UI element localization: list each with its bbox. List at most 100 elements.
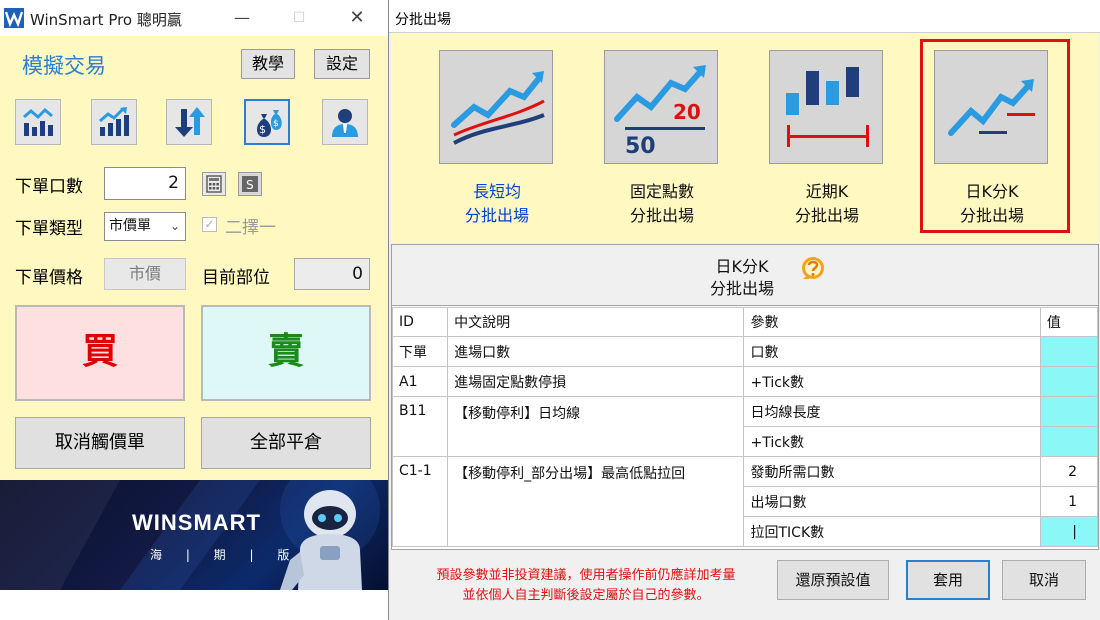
order-type-select[interactable]: 市價單 ⌄ [104, 212, 186, 241]
order-type-label: 下單類型 [15, 219, 83, 239]
tutorial-button[interactable]: 教學 [241, 49, 295, 79]
fixed-points-numerator: 20 [673, 100, 701, 124]
row-description: 【移動停利_部分出場】最高低點拉回 [447, 456, 745, 547]
cancel-trigger-order-button[interactable]: 取消觸價單 [15, 417, 185, 469]
value-cell-editing[interactable]: | [1039, 516, 1099, 547]
fixed-points-icon: 20 50 [604, 50, 718, 164]
header-description: 中文說明 [447, 307, 745, 337]
help-icon[interactable] [799, 255, 827, 283]
table-header-row: ID 中文說明 參數 值 [391, 307, 1099, 337]
trading-window: WinSmart Pro 聰明贏 — ☐ ✕ 模擬交易 教學 設定 $ $ 下單… [0, 0, 388, 620]
row-id: B11 [391, 396, 449, 457]
parameter-header: 日K分K 分批出場 [392, 245, 1098, 306]
row-parameter: 拉回TICK數 [743, 516, 1041, 547]
strategy-title: 日K分K [715, 257, 769, 276]
restore-defaults-button[interactable]: 還原預設值 [777, 560, 889, 600]
selected-mode-highlight [920, 39, 1070, 233]
order-price-label: 下單價格 [15, 268, 83, 288]
mode-fixed-points[interactable]: 20 50 固定點數 分批出場 [603, 49, 721, 229]
disclaimer-line-1: 預設參數並非投資建議，使用者操作前仍應詳加考量 [436, 568, 736, 583]
bar-chart-icon[interactable] [15, 99, 61, 145]
table-row: A1 進場固定點數停損 +Tick數 [391, 366, 1099, 397]
value-cell[interactable]: 1 [1039, 486, 1099, 517]
trend-chart-icon[interactable] [91, 99, 137, 145]
robot-icon [280, 490, 362, 590]
exit-mode-panel: 長短均 分批出場 20 50 固定點數 分批出場 近期K 分批出場 日K分K 分… [391, 33, 1099, 243]
mode-fixed-points-line2: 分批出場 [629, 206, 694, 225]
recent-k-icon [769, 50, 883, 164]
row-description: 【移動停利】日均線 [447, 396, 745, 457]
row-id: A1 [391, 366, 449, 397]
value-cell[interactable] [1039, 396, 1099, 427]
row-id: C1-1 [391, 456, 449, 547]
transfer-arrows-icon[interactable] [166, 99, 212, 145]
either-checkbox[interactable]: ✓ [202, 217, 217, 232]
either-label: 二擇一 [225, 218, 276, 238]
svg-text:$: $ [273, 119, 279, 129]
close-button[interactable]: ✕ [345, 6, 369, 30]
disclaimer-line-2: 並依個人自主判斷後設定屬於自己的參數。 [462, 588, 710, 603]
batch-exit-dialog: 分批出場 長短均 分批出場 20 50 固定點數 分批出場 近期K 分批出場 日… [388, 0, 1100, 620]
order-price-field[interactable]: 市價 [104, 258, 186, 290]
current-position-field: 0 [294, 258, 370, 290]
close-all-positions-button[interactable]: 全部平倉 [201, 417, 371, 469]
maximize-button[interactable]: ☐ [287, 6, 311, 30]
money-bag-icon[interactable]: $ $ [244, 99, 290, 145]
value-cell[interactable] [1039, 336, 1099, 367]
value-cell[interactable] [1039, 426, 1099, 457]
moving-average-icon [439, 50, 553, 164]
row-parameter: 口數 [743, 336, 1041, 367]
window-title: WinSmart Pro 聰明贏 [30, 11, 182, 29]
row-parameter: 發動所需口數 [743, 456, 1041, 487]
mode-moving-average-line1: 長短均 [472, 182, 521, 201]
header-id: ID [391, 307, 449, 337]
chevron-down-icon: ⌄ [169, 219, 180, 233]
dialog-footer: 預設參數並非投資建議，使用者操作前仍應詳加考量 並依個人自主判斷後設定屬於自己的… [391, 550, 1099, 618]
mode-recent-k-line2: 分批出場 [794, 206, 859, 225]
mode-recent-k[interactable]: 近期K 分批出場 [768, 49, 886, 229]
order-quantity-input[interactable]: 2 [104, 167, 186, 200]
strategy-subtitle: 分批出場 [709, 279, 774, 298]
apply-button[interactable]: 套用 [906, 560, 990, 600]
row-parameter: 日均線長度 [743, 396, 1041, 427]
dialog-title-bar: 分批出場 [389, 0, 1100, 33]
calculator-icon[interactable] [202, 172, 226, 196]
dollar-icon[interactable]: S [238, 172, 262, 196]
row-parameter: +Tick數 [743, 366, 1041, 397]
row-parameter: +Tick數 [743, 426, 1041, 457]
value-cell[interactable] [1039, 366, 1099, 397]
app-logo-icon [4, 8, 24, 28]
parameter-panel: 日K分K 分批出場 ID 中文說明 參數 值 下單 進場口數 口數 A1 進場固… [391, 244, 1099, 550]
cancel-button[interactable]: 取消 [1002, 560, 1086, 600]
mode-moving-average[interactable]: 長短均 分批出場 [438, 49, 556, 229]
user-icon[interactable] [322, 99, 368, 145]
dialog-title: 分批出場 [395, 12, 451, 28]
svg-text:$: $ [259, 123, 266, 136]
value-cell[interactable]: 2 [1039, 456, 1099, 487]
brand-banner: WINSMART 海 | 期 | 版 [0, 480, 388, 590]
settings-button[interactable]: 設定 [314, 49, 370, 79]
header-parameter: 參數 [743, 307, 1041, 337]
title-bar: WinSmart Pro 聰明贏 — ☐ ✕ [0, 0, 388, 36]
minimize-button[interactable]: — [230, 6, 254, 30]
svg-text:S: S [246, 178, 254, 192]
parameter-table: ID 中文說明 參數 值 下單 進場口數 口數 A1 進場固定點數停損 +Tic… [391, 307, 1099, 547]
row-id: 下單 [391, 336, 449, 367]
row-description: 進場固定點數停損 [447, 366, 745, 397]
mode-fixed-points-line1: 固定點數 [629, 182, 694, 201]
sell-button[interactable]: 賣 [201, 305, 371, 401]
fixed-points-denominator: 50 [625, 134, 656, 159]
row-description: 進場口數 [447, 336, 745, 367]
order-type-value: 市價單 [109, 218, 151, 234]
simulated-trading-title: 模擬交易 [22, 54, 106, 78]
current-position-label: 目前部位 [202, 268, 270, 288]
table-row: B11 【移動停利】日均線 日均線長度 [391, 396, 1099, 457]
mode-recent-k-line1: 近期K [805, 182, 849, 201]
table-row: C1-1 【移動停利_部分出場】最高低點拉回 發動所需口數 2 [391, 456, 1099, 547]
order-quantity-label: 下單口數 [15, 177, 83, 197]
mode-moving-average-line2: 分批出場 [464, 206, 529, 225]
buy-button[interactable]: 買 [15, 305, 185, 401]
banner-brand: WINSMART [132, 510, 261, 535]
trading-panel: 模擬交易 教學 設定 $ $ 下單口數 2 S 下單類型 市價單 ⌄ ✓ 二擇一… [0, 36, 388, 480]
table-row: 下單 進場口數 口數 [391, 336, 1099, 367]
